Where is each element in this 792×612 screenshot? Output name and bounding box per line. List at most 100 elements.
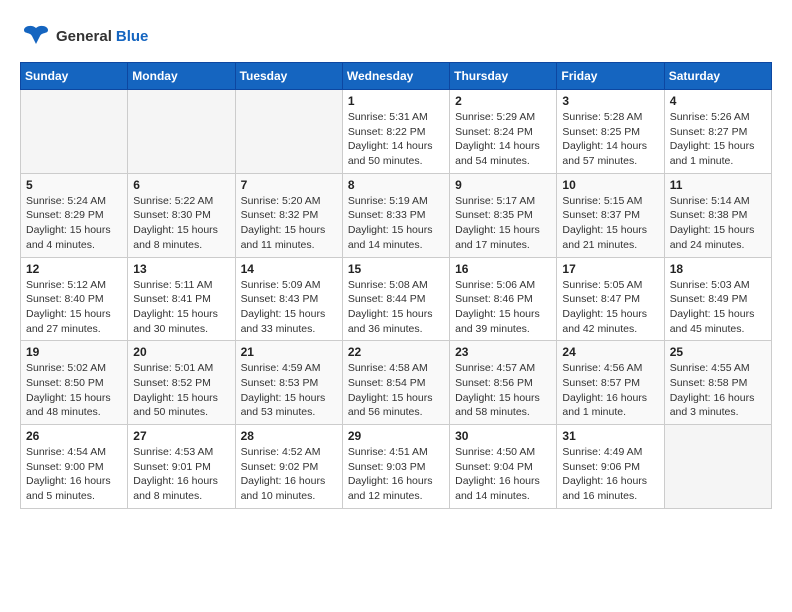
day-info: Sunrise: 5:12 AMSunset: 8:40 PMDaylight:… (26, 278, 122, 337)
logo-bird-icon (20, 20, 52, 52)
day-info: Sunrise: 5:31 AMSunset: 8:22 PMDaylight:… (348, 110, 444, 169)
day-info: Sunrise: 4:49 AMSunset: 9:06 PMDaylight:… (562, 445, 658, 504)
header: General Blue (20, 20, 772, 52)
day-number: 10 (562, 178, 658, 192)
day-cell: 4 Sunrise: 5:26 AMSunset: 8:27 PMDaylight… (664, 90, 771, 174)
day-number: 15 (348, 262, 444, 276)
week-row-3: 12 Sunrise: 5:12 AMSunset: 8:40 PMDayligh… (21, 257, 772, 341)
day-info: Sunrise: 5:05 AMSunset: 8:47 PMDaylight:… (562, 278, 658, 337)
day-cell: 19 Sunrise: 5:02 AMSunset: 8:50 PMDayligh… (21, 341, 128, 425)
day-info: Sunrise: 4:55 AMSunset: 8:58 PMDaylight:… (670, 361, 766, 420)
weekday-header-sunday: Sunday (21, 63, 128, 90)
day-cell: 12 Sunrise: 5:12 AMSunset: 8:40 PMDayligh… (21, 257, 128, 341)
day-info: Sunrise: 5:22 AMSunset: 8:30 PMDaylight:… (133, 194, 229, 253)
day-number: 20 (133, 345, 229, 359)
day-number: 30 (455, 429, 551, 443)
day-info: Sunrise: 4:52 AMSunset: 9:02 PMDaylight:… (241, 445, 337, 504)
day-cell: 1 Sunrise: 5:31 AMSunset: 8:22 PMDaylight… (342, 90, 449, 174)
day-number: 4 (670, 94, 766, 108)
day-cell: 27 Sunrise: 4:53 AMSunset: 9:01 PMDayligh… (128, 425, 235, 509)
day-info: Sunrise: 5:26 AMSunset: 8:27 PMDaylight:… (670, 110, 766, 169)
day-cell: 26 Sunrise: 4:54 AMSunset: 9:00 PMDayligh… (21, 425, 128, 509)
day-cell: 28 Sunrise: 4:52 AMSunset: 9:02 PMDayligh… (235, 425, 342, 509)
day-info: Sunrise: 5:14 AMSunset: 8:38 PMDaylight:… (670, 194, 766, 253)
day-number: 17 (562, 262, 658, 276)
day-number: 9 (455, 178, 551, 192)
day-info: Sunrise: 4:57 AMSunset: 8:56 PMDaylight:… (455, 361, 551, 420)
day-info: Sunrise: 4:56 AMSunset: 8:57 PMDaylight:… (562, 361, 658, 420)
day-info: Sunrise: 5:20 AMSunset: 8:32 PMDaylight:… (241, 194, 337, 253)
day-cell: 15 Sunrise: 5:08 AMSunset: 8:44 PMDayligh… (342, 257, 449, 341)
day-cell: 18 Sunrise: 5:03 AMSunset: 8:49 PMDayligh… (664, 257, 771, 341)
day-cell: 31Sunrise: 4:49 AMSunset: 9:06 PMDayligh… (557, 425, 664, 509)
weekday-header-saturday: Saturday (664, 63, 771, 90)
day-cell (235, 90, 342, 174)
day-number: 21 (241, 345, 337, 359)
day-number: 11 (670, 178, 766, 192)
weekday-header-thursday: Thursday (450, 63, 557, 90)
day-info: Sunrise: 5:02 AMSunset: 8:50 PMDaylight:… (26, 361, 122, 420)
day-cell: 13Sunrise: 5:11 AMSunset: 8:41 PMDayligh… (128, 257, 235, 341)
day-number: 12 (26, 262, 122, 276)
day-info: Sunrise: 5:06 AMSunset: 8:46 PMDaylight:… (455, 278, 551, 337)
day-info: Sunrise: 5:19 AMSunset: 8:33 PMDaylight:… (348, 194, 444, 253)
day-number: 28 (241, 429, 337, 443)
day-number: 18 (670, 262, 766, 276)
day-number: 7 (241, 178, 337, 192)
day-cell: 29 Sunrise: 4:51 AMSunset: 9:03 PMDayligh… (342, 425, 449, 509)
day-cell: 11 Sunrise: 5:14 AMSunset: 8:38 PMDayligh… (664, 173, 771, 257)
day-cell: 16 Sunrise: 5:06 AMSunset: 8:46 PMDayligh… (450, 257, 557, 341)
day-number: 24 (562, 345, 658, 359)
day-number: 14 (241, 262, 337, 276)
day-number: 5 (26, 178, 122, 192)
day-cell: 24 Sunrise: 4:56 AMSunset: 8:57 PMDayligh… (557, 341, 664, 425)
day-cell: 2Sunrise: 5:29 AMSunset: 8:24 PMDaylight… (450, 90, 557, 174)
logo: General Blue (20, 20, 148, 52)
day-info: Sunrise: 4:54 AMSunset: 9:00 PMDaylight:… (26, 445, 122, 504)
day-info: Sunrise: 4:58 AMSunset: 8:54 PMDaylight:… (348, 361, 444, 420)
day-cell (664, 425, 771, 509)
week-row-5: 26 Sunrise: 4:54 AMSunset: 9:00 PMDayligh… (21, 425, 772, 509)
day-cell: 9 Sunrise: 5:17 AMSunset: 8:35 PMDaylight… (450, 173, 557, 257)
day-cell: 17 Sunrise: 5:05 AMSunset: 8:47 PMDayligh… (557, 257, 664, 341)
day-cell: 14 Sunrise: 5:09 AMSunset: 8:43 PMDayligh… (235, 257, 342, 341)
day-number: 29 (348, 429, 444, 443)
week-row-1: 1 Sunrise: 5:31 AMSunset: 8:22 PMDaylight… (21, 90, 772, 174)
day-cell: 25Sunrise: 4:55 AMSunset: 8:58 PMDayligh… (664, 341, 771, 425)
day-info: Sunrise: 5:01 AMSunset: 8:52 PMDaylight:… (133, 361, 229, 420)
day-number: 1 (348, 94, 444, 108)
logo-blue: Blue (116, 28, 149, 45)
weekday-header-friday: Friday (557, 63, 664, 90)
day-number: 27 (133, 429, 229, 443)
day-number: 3 (562, 94, 658, 108)
day-number: 8 (348, 178, 444, 192)
day-number: 6 (133, 178, 229, 192)
day-info: Sunrise: 4:53 AMSunset: 9:01 PMDaylight:… (133, 445, 229, 504)
day-number: 22 (348, 345, 444, 359)
day-number: 13 (133, 262, 229, 276)
day-number: 26 (26, 429, 122, 443)
day-info: Sunrise: 5:09 AMSunset: 8:43 PMDaylight:… (241, 278, 337, 337)
day-number: 19 (26, 345, 122, 359)
day-info: Sunrise: 4:50 AMSunset: 9:04 PMDaylight:… (455, 445, 551, 504)
day-info: Sunrise: 4:51 AMSunset: 9:03 PMDaylight:… (348, 445, 444, 504)
day-number: 16 (455, 262, 551, 276)
calendar: SundayMondayTuesdayWednesdayThursdayFrid… (20, 62, 772, 509)
weekday-header-tuesday: Tuesday (235, 63, 342, 90)
day-info: Sunrise: 5:24 AMSunset: 8:29 PMDaylight:… (26, 194, 122, 253)
day-cell: 7 Sunrise: 5:20 AMSunset: 8:32 PMDaylight… (235, 173, 342, 257)
day-cell (21, 90, 128, 174)
day-cell: 3Sunrise: 5:28 AMSunset: 8:25 PMDaylight… (557, 90, 664, 174)
day-cell: 10Sunrise: 5:15 AMSunset: 8:37 PMDayligh… (557, 173, 664, 257)
day-cell: 21 Sunrise: 4:59 AMSunset: 8:53 PMDayligh… (235, 341, 342, 425)
day-info: Sunrise: 5:03 AMSunset: 8:49 PMDaylight:… (670, 278, 766, 337)
day-info: Sunrise: 5:08 AMSunset: 8:44 PMDaylight:… (348, 278, 444, 337)
weekday-header-monday: Monday (128, 63, 235, 90)
day-info: Sunrise: 4:59 AMSunset: 8:53 PMDaylight:… (241, 361, 337, 420)
day-cell: 30 Sunrise: 4:50 AMSunset: 9:04 PMDayligh… (450, 425, 557, 509)
day-cell: 22 Sunrise: 4:58 AMSunset: 8:54 PMDayligh… (342, 341, 449, 425)
day-cell: 23Sunrise: 4:57 AMSunset: 8:56 PMDayligh… (450, 341, 557, 425)
day-cell: 8 Sunrise: 5:19 AMSunset: 8:33 PMDaylight… (342, 173, 449, 257)
day-cell: 5 Sunrise: 5:24 AMSunset: 8:29 PMDaylight… (21, 173, 128, 257)
day-info: Sunrise: 5:17 AMSunset: 8:35 PMDaylight:… (455, 194, 551, 253)
